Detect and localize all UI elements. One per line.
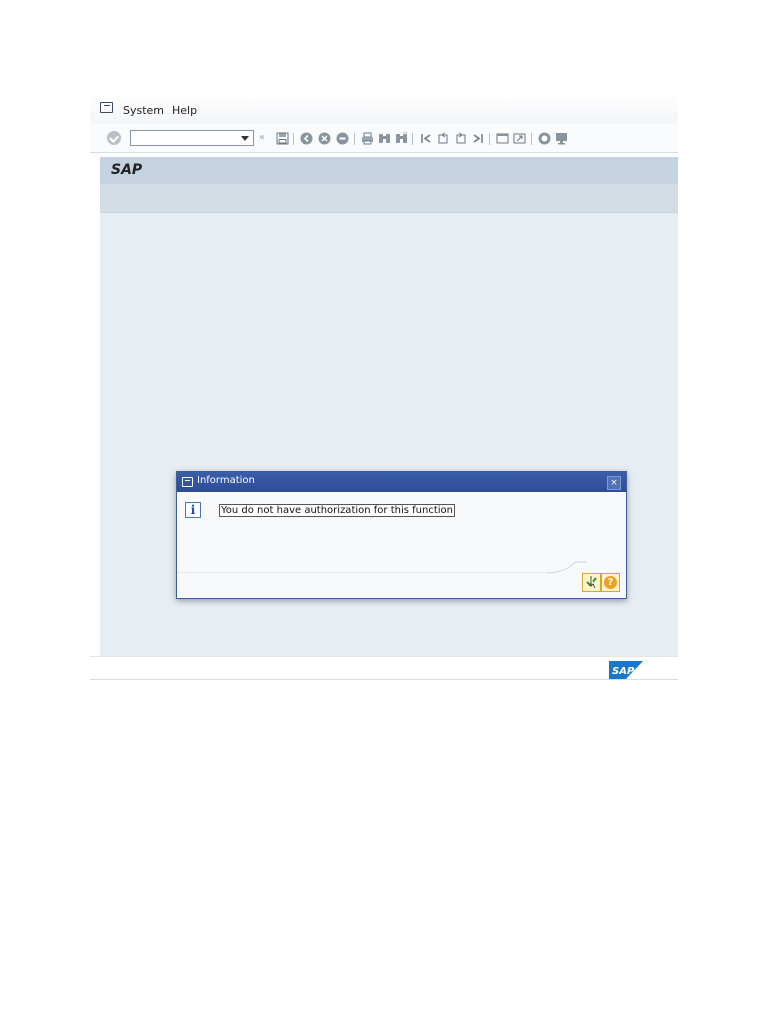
system-toolbar: « [90, 124, 678, 153]
toolbar-separator [412, 133, 413, 145]
checkmark-icon [586, 576, 597, 589]
information-dialog: Information × i You do not have authoriz… [176, 471, 627, 599]
confirm-button[interactable] [582, 573, 601, 592]
title-bar: SAP [100, 157, 678, 184]
info-icon: i [185, 502, 201, 518]
close-icon[interactable]: × [607, 476, 621, 490]
menu-item-help[interactable]: Help [172, 104, 197, 117]
dialog-header: Information × [177, 472, 626, 492]
menu-bar: System Help [90, 94, 678, 125]
menu-options-icon[interactable] [100, 102, 113, 113]
menu-item-system[interactable]: System [123, 104, 164, 117]
find-next-icon[interactable] [395, 132, 408, 145]
toolbar-separator [489, 133, 490, 145]
dialog-options-icon[interactable] [182, 477, 193, 487]
back-icon[interactable] [300, 132, 313, 145]
dialog-title: Information [197, 475, 255, 486]
first-page-icon[interactable] [420, 132, 433, 145]
find-icon[interactable] [378, 132, 391, 145]
toolbar-separator [293, 133, 294, 145]
help-button[interactable]: ? [601, 573, 620, 592]
sap-logo: SAP [609, 661, 643, 679]
application-toolbar [100, 184, 678, 213]
toolbar-separator [354, 133, 355, 145]
shortcut-icon[interactable] [513, 132, 526, 145]
help-icon: ? [604, 576, 617, 589]
enter-icon[interactable] [107, 131, 121, 145]
dialog-message: You do not have authorization for this f… [219, 504, 455, 517]
chevron-down-icon[interactable] [241, 136, 249, 141]
save-icon[interactable] [276, 132, 289, 145]
toolbar-separator [531, 133, 532, 145]
dialog-divider-curve [547, 561, 587, 574]
page-title: SAP [111, 162, 143, 178]
status-bar: SAP [90, 656, 678, 681]
exit-icon[interactable] [318, 132, 331, 145]
window-bottom-border [90, 679, 678, 680]
customize-layout-icon[interactable] [555, 132, 568, 145]
last-page-icon[interactable] [471, 132, 484, 145]
next-page-icon[interactable] [454, 132, 467, 145]
command-field[interactable] [130, 130, 254, 146]
collapse-icon[interactable]: « [259, 132, 265, 143]
print-icon[interactable] [361, 132, 374, 145]
svg-text:SAP: SAP [612, 666, 635, 677]
help-icon[interactable] [538, 132, 551, 145]
cancel-icon[interactable] [336, 132, 349, 145]
create-session-icon[interactable] [496, 132, 509, 145]
previous-page-icon[interactable] [437, 132, 450, 145]
